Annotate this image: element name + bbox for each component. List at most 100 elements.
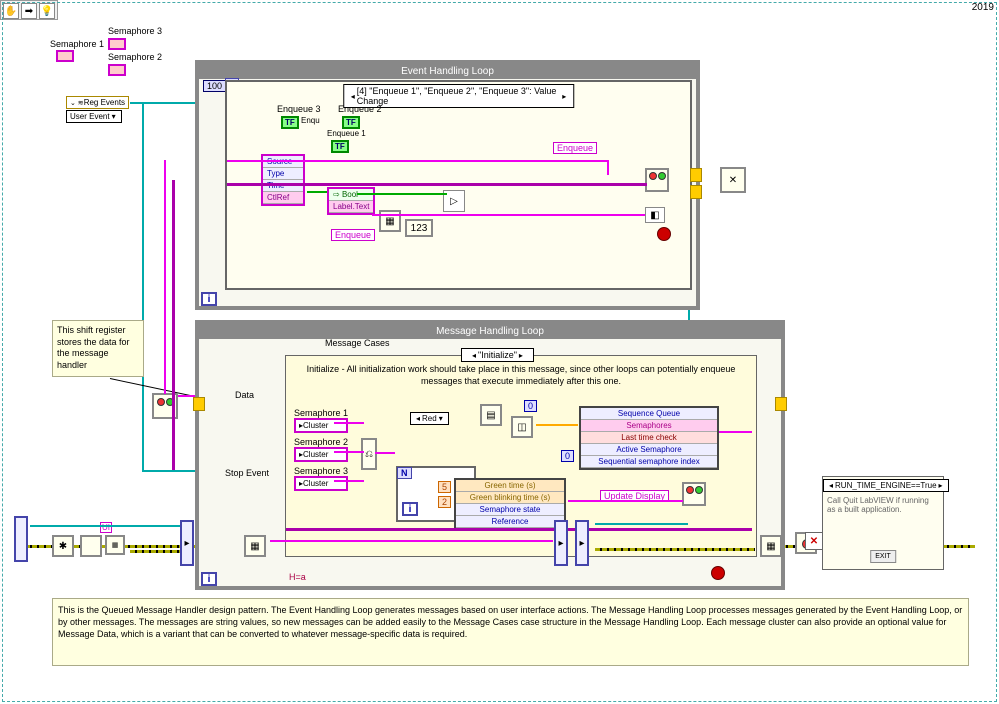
- enq3-label: Enqueue 3: [277, 104, 321, 114]
- wire: [270, 540, 553, 542]
- build-array[interactable]: ⎌: [361, 438, 377, 470]
- shift-register[interactable]: [690, 168, 702, 182]
- runtime-comment: Call Quit LabVIEW if running as a built …: [823, 494, 943, 516]
- sem1-terminal[interactable]: [56, 50, 74, 62]
- shift-register[interactable]: [690, 185, 702, 199]
- enq3-tf[interactable]: TF: [281, 116, 299, 129]
- runtime-sel-label: RUN_TIME_ENGINE==True: [835, 481, 937, 490]
- const-0b[interactable]: 0: [561, 450, 574, 462]
- year-label: 2019: [972, 2, 994, 13]
- prev-case-icon[interactable]: ◂: [472, 351, 476, 360]
- ui-vi[interactable]: ▦: [105, 535, 125, 555]
- sem3-terminal[interactable]: [108, 38, 126, 50]
- semaphores: Semaphores: [581, 420, 717, 432]
- wire: [172, 180, 175, 470]
- unbundle-ctlref: CtlRef: [263, 192, 303, 204]
- runtime-case: ◂RUN_TIME_ENGINE==True▸ Call Quit LabVIE…: [822, 476, 944, 570]
- x-icon[interactable]: ✕: [805, 532, 823, 550]
- wire: [227, 160, 607, 162]
- wire: [372, 214, 645, 216]
- event-loop-title: Event Handling Loop: [199, 64, 696, 79]
- wire: [130, 550, 180, 553]
- reg-events[interactable]: ⌄ ≋ Reg Events: [66, 96, 129, 109]
- description-box: This is the Queued Message Handler desig…: [52, 598, 969, 666]
- semaphore-bundle[interactable]: Green time (s) Green blinking time (s) S…: [454, 478, 566, 530]
- shift-register[interactable]: [193, 397, 205, 411]
- bundle-left2[interactable]: ▸: [180, 520, 194, 566]
- data-bundle[interactable]: Sequence Queue Semaphores Last time chec…: [579, 406, 719, 470]
- light-tool-icon[interactable]: 💡: [39, 3, 55, 19]
- bundle-right2[interactable]: ▸: [575, 520, 589, 566]
- runtime-selector[interactable]: ◂RUN_TIME_ENGINE==True▸: [823, 479, 949, 492]
- unbundle-time: Time: [263, 180, 303, 192]
- next-case-icon[interactable]: ▸: [562, 92, 566, 101]
- wire: [568, 500, 683, 502]
- sem-state: Semaphore state: [456, 504, 564, 516]
- wire: [595, 523, 688, 525]
- bundle-right[interactable]: ▸: [554, 520, 568, 566]
- sub-vi-c[interactable]: ▦: [244, 535, 266, 557]
- sem2-terminal[interactable]: [108, 64, 126, 76]
- red-ring[interactable]: ◂Red▾: [410, 412, 449, 425]
- prev-case-icon[interactable]: ◂: [351, 92, 355, 101]
- hand-tool-icon[interactable]: ✋: [3, 3, 19, 19]
- sem3-lbl: Semaphore 3: [294, 466, 348, 476]
- wire: [607, 160, 609, 175]
- wire: [142, 470, 197, 472]
- search-1d-vi[interactable]: 123: [405, 219, 433, 237]
- prop-bool: Bool: [342, 190, 358, 199]
- shift-register[interactable]: [775, 397, 787, 411]
- case-structure: ◂ "Initialize" ▸ Initialize - All initia…: [285, 355, 757, 557]
- enq2-label: Enqueue 2: [338, 104, 382, 114]
- sub-vi-d[interactable]: ▦: [760, 535, 782, 557]
- ha-label: H=a: [289, 572, 306, 582]
- ui-const[interactable]: UI: [100, 522, 112, 533]
- green-blink: Green blinking time (s): [456, 492, 564, 504]
- shift-reg-note: This shift register stores the data for …: [52, 320, 144, 377]
- enqueue-vi[interactable]: [645, 168, 669, 192]
- const-0a[interactable]: 0: [524, 400, 537, 412]
- sem3-cluster[interactable]: Semaphore 3 ▸Cluster: [294, 466, 348, 491]
- enqueue-const[interactable]: Enqueue: [331, 229, 375, 241]
- variant-node[interactable]: ◧: [645, 207, 665, 223]
- enq1-label: Enqueue 1: [327, 129, 366, 138]
- msg-loop-title: Message Handling Loop: [199, 324, 781, 339]
- timeout-const[interactable]: 100: [203, 80, 226, 92]
- sem2-lbl: Semaphore 2: [294, 437, 348, 447]
- case-selector[interactable]: ◂ "Initialize" ▸: [461, 348, 534, 362]
- stop-terminal[interactable]: [657, 227, 671, 241]
- enqueue-const2[interactable]: Enqueue: [553, 142, 597, 154]
- const-2[interactable]: 2: [438, 496, 451, 508]
- next-case-icon[interactable]: ▸: [519, 351, 523, 360]
- wire: [357, 193, 447, 195]
- sub-vi-b[interactable]: [80, 535, 102, 557]
- event-structure: ◂ [4] "Enqueue 1", "Enqueue 2", "Enqueue…: [225, 80, 692, 290]
- init-comment: Initialize - All initialization work sho…: [306, 364, 736, 387]
- sub-vi-2[interactable]: ◫: [511, 416, 533, 438]
- sub-vi-a[interactable]: ✱: [52, 535, 74, 557]
- wire: [334, 451, 364, 453]
- unbundle-source: Source: [263, 156, 303, 168]
- property-node[interactable]: ⇨ Bool Label.Text: [327, 187, 375, 215]
- wire: [307, 191, 327, 193]
- close-ref-vi[interactable]: ✕: [720, 167, 746, 193]
- sem1-cluster[interactable]: Semaphore 1 ▸Cluster: [294, 408, 348, 433]
- seq-index: Sequential semaphore index: [581, 456, 717, 468]
- enq2-tf[interactable]: TF: [342, 116, 360, 129]
- cases-label: Message Cases: [325, 338, 390, 348]
- wire: [334, 422, 364, 424]
- queue-vi[interactable]: ▤: [480, 404, 502, 426]
- green-time: Green time (s): [456, 480, 564, 492]
- sem2-cluster[interactable]: Semaphore 2 ▸Cluster: [294, 437, 348, 462]
- const-5[interactable]: 5: [438, 481, 451, 493]
- stop-terminal[interactable]: [711, 566, 725, 580]
- exit-vi[interactable]: EXIT: [870, 550, 896, 563]
- enq1-tf[interactable]: TF: [331, 140, 349, 153]
- arrow-tool-icon[interactable]: ➡: [21, 3, 37, 19]
- bundle-node-left[interactable]: [14, 516, 28, 562]
- user-event[interactable]: User Event▾: [66, 110, 122, 123]
- seq-queue: Sequence Queue: [581, 408, 717, 420]
- wire: [536, 424, 578, 426]
- enqueue-vi-2[interactable]: [682, 482, 706, 506]
- cluster-lbl: Cluster: [303, 421, 328, 430]
